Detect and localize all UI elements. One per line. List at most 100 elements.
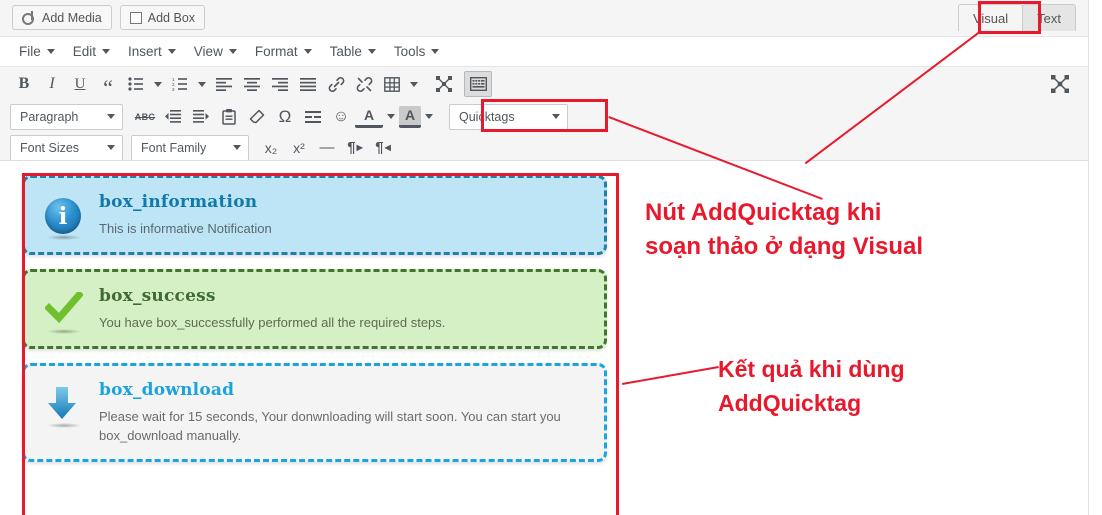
distraction-free-icon — [1051, 75, 1069, 93]
chevron-down-icon — [367, 49, 376, 54]
table-icon — [384, 76, 400, 92]
table-options[interactable] — [406, 71, 422, 97]
menu-format[interactable]: Format — [246, 40, 321, 63]
menu-tools[interactable]: Tools — [385, 40, 449, 63]
font-sizes-label: Font Sizes — [20, 140, 80, 155]
ltr-direction-button[interactable]: ¶ ▶ — [341, 135, 369, 161]
chevron-down-icon — [154, 81, 162, 87]
bulleted-list-options[interactable] — [150, 71, 166, 97]
menu-file[interactable]: File — [10, 40, 64, 63]
annotation-result-line1: Kết quả khi dùng — [718, 356, 905, 382]
font-family-label: Font Family — [141, 140, 207, 155]
horizontal-rule-button[interactable] — [299, 104, 327, 130]
add-box-button[interactable]: Add Box — [119, 5, 206, 30]
align-right-icon — [272, 77, 288, 91]
outdent-button[interactable] — [159, 104, 187, 130]
superscript-button[interactable]: x² — [285, 135, 313, 161]
paste-icon — [222, 108, 236, 125]
background-color-options[interactable] — [421, 104, 437, 130]
bold-button[interactable]: B — [10, 71, 38, 97]
subscript-button[interactable]: x₂ — [257, 135, 285, 161]
align-justify-button[interactable] — [294, 71, 322, 97]
underline-button[interactable]: U — [66, 71, 94, 97]
fullscreen-button[interactable] — [430, 71, 458, 97]
horizontal-line-icon: — — [319, 139, 335, 156]
numbered-list-icon: 1 2 3 — [172, 77, 188, 91]
chevron-down-icon — [102, 49, 111, 54]
align-right-button[interactable] — [266, 71, 294, 97]
insert-link-button[interactable] — [322, 71, 350, 97]
chevron-down-icon — [107, 145, 115, 150]
text-color-icon: A — [363, 107, 375, 123]
arrow-left-icon: ◀ — [384, 143, 391, 152]
menu-edit-label: Edit — [72, 44, 97, 59]
rtl-direction-button[interactable]: ¶ ◀ — [369, 135, 397, 161]
chevron-down-icon — [303, 49, 312, 54]
chevron-down-icon — [410, 81, 418, 87]
font-family-select[interactable]: Font Family — [131, 134, 249, 161]
outdent-icon — [165, 110, 181, 123]
menu-view-label: View — [193, 44, 223, 59]
strikethrough-icon: ABC — [134, 111, 156, 122]
svg-text:3: 3 — [172, 87, 175, 91]
emoticon-button[interactable]: ☺ — [327, 104, 355, 130]
chevron-down-icon — [228, 49, 237, 54]
menu-table-label: Table — [329, 44, 362, 59]
bold-icon: B — [18, 75, 30, 92]
menu-format-label: Format — [254, 44, 298, 59]
bulleted-list-button[interactable] — [122, 71, 150, 97]
fullscreen-icon — [436, 76, 452, 92]
add-media-button[interactable]: Add Media — [12, 5, 112, 30]
toolbar-toggle-icon — [469, 77, 487, 91]
arrow-right-icon: ▶ — [356, 143, 363, 152]
numbered-list-options[interactable] — [194, 71, 210, 97]
media-buttons-row: Add Media Add Box — [0, 0, 1088, 36]
add-media-icon — [22, 10, 36, 25]
align-center-icon — [244, 77, 260, 91]
distraction-free-button[interactable] — [1046, 71, 1074, 97]
menu-edit[interactable]: Edit — [64, 40, 119, 63]
unlink-icon — [356, 76, 373, 93]
menu-insert[interactable]: Insert — [119, 40, 185, 63]
chevron-down-icon — [46, 49, 55, 54]
annotation-quicktags-note: Nút AddQuicktag khi soạn thảo ở dạng Vis… — [645, 196, 923, 264]
blockquote-button[interactable]: “ — [94, 71, 122, 99]
font-sizes-select[interactable]: Font Sizes — [10, 134, 123, 161]
subscript-icon: x₂ — [264, 139, 278, 156]
menu-view[interactable]: View — [185, 40, 246, 63]
special-character-button[interactable]: Ω — [271, 104, 299, 130]
italic-button[interactable]: I — [38, 71, 66, 97]
bullet-list-icon — [128, 77, 144, 91]
chevron-down-icon — [198, 81, 206, 87]
remove-link-button[interactable] — [350, 71, 378, 97]
paragraph-style-select[interactable]: Paragraph — [10, 103, 123, 130]
clear-formatting-button[interactable] — [243, 104, 271, 130]
link-icon — [328, 76, 345, 93]
chevron-down-icon — [167, 49, 176, 54]
omega-icon: Ω — [278, 106, 292, 126]
highlight-quicktags-dropdown — [481, 99, 608, 132]
toolbar-toggle-button[interactable] — [464, 71, 492, 97]
indent-button[interactable] — [187, 104, 215, 130]
menu-file-label: File — [19, 44, 41, 59]
horizontal-rule-icon — [305, 110, 321, 123]
text-color-button[interactable]: A — [355, 106, 383, 128]
align-left-button[interactable] — [210, 71, 238, 97]
right-gutter — [1089, 0, 1102, 515]
background-color-icon: A — [404, 107, 416, 123]
numbered-list-button[interactable]: 1 2 3 — [166, 71, 194, 97]
add-box-label: Add Box — [147, 10, 196, 25]
highlight-visual-tab — [978, 1, 1041, 34]
superscript-icon: x² — [293, 139, 305, 156]
text-color-options[interactable] — [383, 104, 399, 130]
align-center-button[interactable] — [238, 71, 266, 97]
insert-table-button[interactable] — [378, 71, 406, 97]
paragraph-rtl-icon: ¶ — [375, 139, 384, 156]
smiley-icon: ☺ — [332, 107, 350, 125]
strikethrough-button[interactable]: ABC — [131, 104, 159, 130]
horizontal-line-button[interactable]: — — [313, 135, 341, 161]
menu-table[interactable]: Table — [321, 40, 385, 63]
background-color-button[interactable]: A — [399, 105, 421, 128]
paste-as-text-button[interactable] — [215, 104, 243, 130]
annotation-result-line2: AddQuicktag — [718, 390, 862, 416]
